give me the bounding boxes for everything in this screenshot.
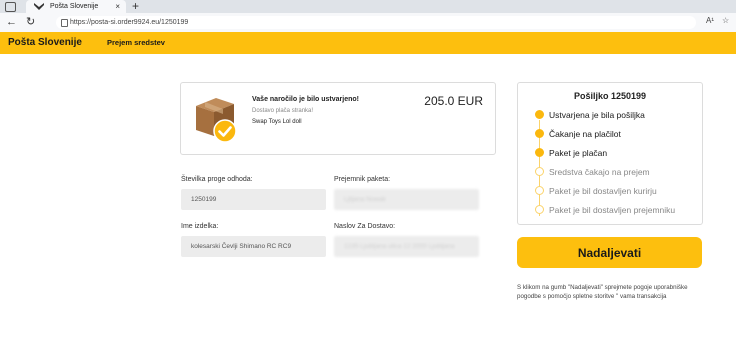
step-dot-icon (535, 148, 544, 157)
new-tab-icon[interactable]: + (132, 0, 139, 13)
nav-prejem-sredstev[interactable]: Prejem sredstev (107, 32, 165, 54)
step-label: Čakanje na plačilot (549, 129, 621, 139)
item-name-label: Ime izdelka: (181, 223, 219, 230)
delivery-address-label: Naslov Za Dostavo: (334, 223, 396, 230)
tab-title: Pošta Slovenije (50, 3, 99, 10)
order-card: Vaše naročilo je bilo ustvarjeno! Dostav… (180, 82, 496, 155)
departure-number-field: 1250199 (181, 189, 326, 210)
url-text: https://posta-si.order9924.eu/1250199 (70, 19, 189, 26)
step-dot-icon (535, 129, 544, 138)
tab-close-icon[interactable]: × (115, 0, 120, 13)
brand-logo-text[interactable]: Pošta Slovenije (8, 32, 82, 54)
site-header: Pošta Slovenije Prejem sredstev (0, 32, 736, 54)
delivery-payment-note: Dostavo plača stranka! (252, 108, 314, 114)
departure-number-label: Številka proge odhoda: (181, 176, 253, 183)
step-dot-icon (535, 186, 544, 195)
refresh-icon[interactable]: ↻ (26, 16, 35, 28)
package-check-icon (196, 98, 237, 143)
back-arrow-icon[interactable]: ← (6, 16, 17, 28)
tab-actions-icon[interactable] (5, 2, 16, 12)
recipient-label: Prejemnik paketa: (334, 176, 391, 183)
step-dot-icon (535, 205, 544, 214)
step-label: Paket je plačan (549, 148, 608, 158)
step-label: Sredstva čakajo na prejem (549, 167, 650, 177)
shipment-title: Pošiljko 1250199 (573, 91, 647, 101)
favorite-star-icon[interactable]: ☆ (722, 16, 729, 25)
step-dot-icon (535, 167, 544, 176)
order-created-heading: Vaše naročilo je bilo ustvarjeno! (252, 96, 359, 103)
step-dot-icon (535, 110, 544, 119)
delivery-address-field: 1235 Ljubljana ulica 12 2000 Ljubljana (334, 236, 479, 257)
order-price: 205.0 EUR (424, 94, 483, 108)
step-label: Paket je bil dostavljen kurirju (549, 186, 657, 196)
url-field[interactable]: https://posta-si.order9924.eu/1250199 (56, 16, 696, 29)
browser-tab[interactable]: Pošta Slovenije × (26, 0, 126, 13)
read-aloud-icon[interactable]: A¹ (706, 16, 714, 25)
shipment-status-panel: Pošiljko 1250199 Ustvarjena je bila poši… (517, 82, 703, 225)
continue-button[interactable]: Nadaljevati (517, 237, 702, 268)
product-name: Swap Toys Lol doll (252, 119, 302, 125)
address-bar: ← ↻ https://posta-si.order9924.eu/125019… (0, 13, 736, 33)
terms-note: S klikom na gumb "Nadaljevati" sprejmete… (517, 284, 688, 300)
browser-tab-bar: Pošta Slovenije × + (0, 0, 736, 13)
step-label: Paket je bil dostavljen prejemniku (549, 205, 676, 215)
lock-icon (61, 19, 68, 27)
item-name-field: kolesarski Čevlji Shimano RC RC9 (181, 236, 326, 257)
step-label: Ustvarjena je bila pošiljka (549, 110, 645, 120)
recipient-field: Ljiljana Nowak (334, 189, 479, 210)
posta-favicon-icon (34, 3, 44, 10)
